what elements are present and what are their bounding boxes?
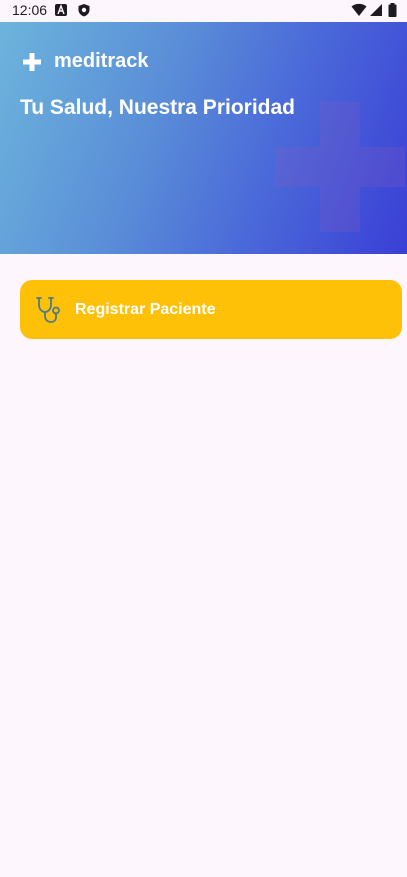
register-patient-label: Registrar Paciente [75,300,216,318]
battery-icon [388,3,397,17]
plus-icon [23,52,41,71]
status-time: 12:06 [12,2,48,18]
shield-icon [78,4,90,17]
header-banner: meditrack Tu Salud, Nuestra Prioridad [0,22,407,254]
stethoscope-icon [36,296,60,323]
brand: meditrack [22,50,149,73]
signal-icon [370,4,382,16]
medical-cross-icon [275,102,405,232]
brand-name: meditrack [54,50,149,72]
a-notification-icon [55,4,67,16]
status-bar: 12:06 [0,0,407,22]
tagline: Tu Salud, Nuestra Prioridad [20,96,295,119]
wifi-icon [351,3,367,16]
register-patient-button[interactable]: Registrar Paciente [20,280,402,339]
